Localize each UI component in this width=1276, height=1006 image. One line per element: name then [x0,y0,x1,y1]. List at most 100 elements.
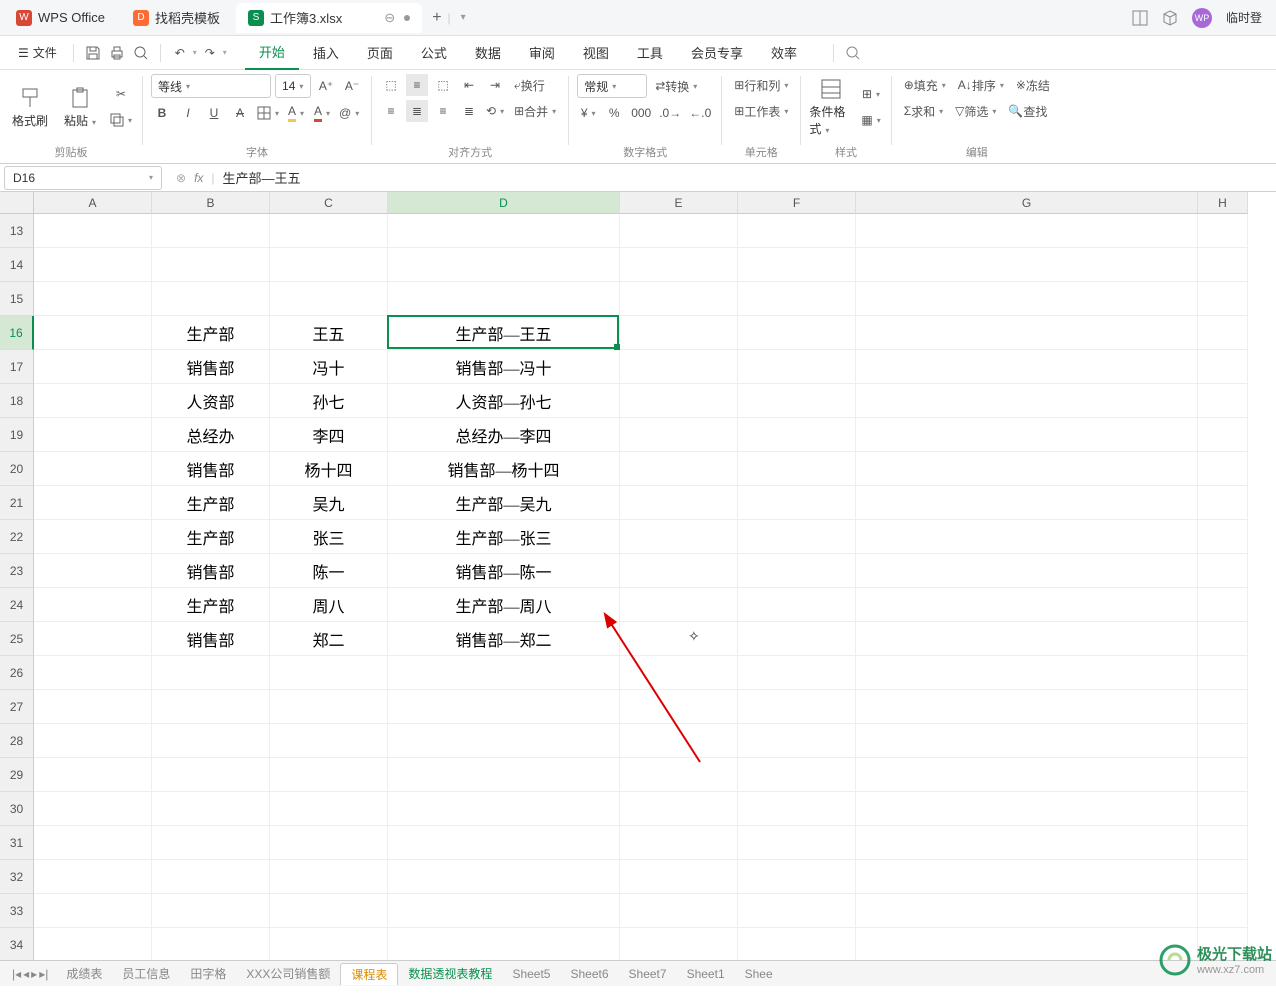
cell[interactable] [152,248,270,282]
cell[interactable] [34,622,152,656]
cell[interactable] [738,384,856,418]
cell[interactable] [1198,418,1248,452]
cell[interactable] [856,928,1198,960]
comma-icon[interactable]: 000 [629,102,653,124]
sheet-tab[interactable]: Sheet5 [502,963,560,985]
cell[interactable] [620,214,738,248]
cell[interactable] [34,928,152,960]
cell[interactable] [738,928,856,960]
cell[interactable] [34,690,152,724]
sheet-tab[interactable]: XXX公司销售额 [236,963,340,985]
cell[interactable] [1198,690,1248,724]
cut-icon[interactable]: ✂ [108,83,134,105]
sheet-tab[interactable]: 成绩表 [56,963,112,985]
row-header[interactable]: 16 [0,316,34,350]
cell[interactable] [620,554,738,588]
cell[interactable] [34,758,152,792]
cell[interactable] [1198,656,1248,690]
file-menu[interactable]: ☰ 文件 [10,44,65,61]
print-icon[interactable] [106,42,128,64]
column-header[interactable]: B [152,192,270,214]
cell[interactable] [1198,894,1248,928]
cell[interactable] [1198,792,1248,826]
strikethrough-button[interactable]: A [229,102,251,124]
menu-tab-插入[interactable]: 插入 [299,36,353,70]
row-header[interactable]: 21 [0,486,34,520]
font-size-select[interactable]: 14 [275,74,311,98]
cell[interactable] [620,758,738,792]
cell[interactable] [270,248,388,282]
cell[interactable] [270,894,388,928]
cell[interactable] [34,248,152,282]
cell[interactable]: 吴九 [270,486,388,520]
cell[interactable] [152,724,270,758]
cell[interactable] [620,792,738,826]
sheet-tab[interactable]: 田字格 [180,963,236,985]
increase-font-icon[interactable]: A⁺ [315,75,337,97]
cell[interactable] [34,486,152,520]
cell[interactable]: 陈一 [270,554,388,588]
cell[interactable] [152,860,270,894]
cell[interactable] [34,724,152,758]
align-center-icon[interactable]: ≣ [406,100,428,122]
cell[interactable]: 张三 [270,520,388,554]
cell[interactable] [270,758,388,792]
row-header[interactable]: 30 [0,792,34,826]
border-button[interactable] [255,102,281,124]
fill-button[interactable]: ⊕ 填充 [900,74,950,96]
cell[interactable] [34,350,152,384]
cell[interactable] [738,214,856,248]
tab-minimize-icon[interactable]: ⊖ [384,10,398,26]
cell[interactable] [738,588,856,622]
phonetic-button[interactable]: @ [337,102,361,124]
sheet-prev-icon[interactable]: ◂ [23,967,29,981]
filter-button[interactable]: ▽ 筛选 [951,100,1000,122]
row-col-button[interactable]: ⊞ 行和列 [730,74,792,96]
worksheet-button[interactable]: ⊞ 工作表 [730,100,792,122]
menu-tab-审阅[interactable]: 审阅 [515,36,569,70]
row-header[interactable]: 19 [0,418,34,452]
cell[interactable] [856,690,1198,724]
cell[interactable] [1198,248,1248,282]
cell[interactable] [620,622,738,656]
cell[interactable] [152,214,270,248]
cell[interactable]: 孙七 [270,384,388,418]
cell[interactable] [388,282,620,316]
search-icon[interactable] [842,42,864,64]
cell[interactable] [856,418,1198,452]
column-header[interactable]: H [1198,192,1248,214]
cell[interactable] [738,316,856,350]
menu-tab-会员专享[interactable]: 会员专享 [677,36,757,70]
fill-color-button[interactable]: A [285,102,307,124]
sheet-last-icon[interactable]: ▸| [39,967,48,981]
cell[interactable] [270,214,388,248]
name-box[interactable]: D16▾ [4,166,162,190]
cell[interactable]: 生产部 [152,486,270,520]
cell[interactable] [1198,452,1248,486]
cell[interactable]: 王五 [270,316,388,350]
increase-indent-icon[interactable]: ⇥ [484,74,506,96]
cell[interactable] [152,656,270,690]
cell[interactable]: 李四 [270,418,388,452]
align-bottom-icon[interactable]: ⬚ [432,74,454,96]
cell[interactable] [856,758,1198,792]
cell[interactable] [856,384,1198,418]
sheet-tab[interactable]: Sheet1 [677,963,735,985]
cell[interactable]: 冯十 [270,350,388,384]
cell[interactable] [34,588,152,622]
cell[interactable] [270,826,388,860]
cell[interactable] [152,792,270,826]
cell[interactable]: 郑二 [270,622,388,656]
cell[interactable]: 总经办 [152,418,270,452]
select-all-corner[interactable] [0,192,34,214]
convert-button[interactable]: ⇄ 转换 [651,75,701,97]
cell[interactable] [856,792,1198,826]
italic-button[interactable]: I [177,102,199,124]
cell[interactable] [34,418,152,452]
sum-button[interactable]: Σ 求和 [900,100,947,122]
cell[interactable] [1198,588,1248,622]
cell[interactable]: 销售部 [152,622,270,656]
row-header[interactable]: 23 [0,554,34,588]
percent-icon[interactable]: % [603,102,625,124]
cell[interactable] [856,486,1198,520]
